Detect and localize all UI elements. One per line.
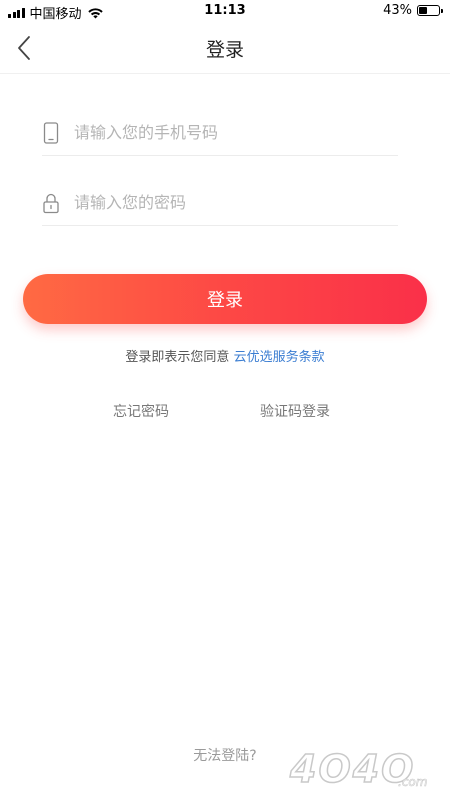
agreement-text: 登录即表示您同意 云优选服务条款 [0, 346, 450, 365]
password-field [42, 180, 398, 226]
terms-link[interactable]: 云优选服务条款 [234, 350, 325, 365]
lock-icon [43, 193, 59, 213]
page-title: 登录 [205, 39, 244, 61]
mobile-phone-icon [43, 121, 59, 144]
status-bar: 中国移动 11:13 43% [0, 0, 450, 22]
svg-text:.com: .com [398, 775, 427, 789]
agreement-prefix: 登录即表示您同意 [125, 350, 230, 365]
password-input[interactable] [74, 193, 398, 212]
svg-text:4O4O: 4O4O [289, 747, 416, 791]
watermark-logo: 4O4O .com [288, 746, 428, 792]
forgot-password-link[interactable]: 忘记密码 [113, 401, 169, 421]
phone-field [42, 110, 398, 156]
nav-bar: 登录 [0, 22, 450, 74]
cannot-login-link[interactable]: 无法登陆? [193, 748, 256, 764]
login-button[interactable]: 登录 [23, 274, 427, 324]
battery-icon [417, 5, 443, 16]
battery-cap [441, 9, 443, 13]
phone-input[interactable] [74, 123, 398, 142]
battery-level-fill [419, 7, 427, 14]
battery-percent: 43% [383, 3, 412, 18]
sms-login-link[interactable]: 验证码登录 [260, 401, 330, 421]
status-right: 43% [383, 3, 443, 18]
